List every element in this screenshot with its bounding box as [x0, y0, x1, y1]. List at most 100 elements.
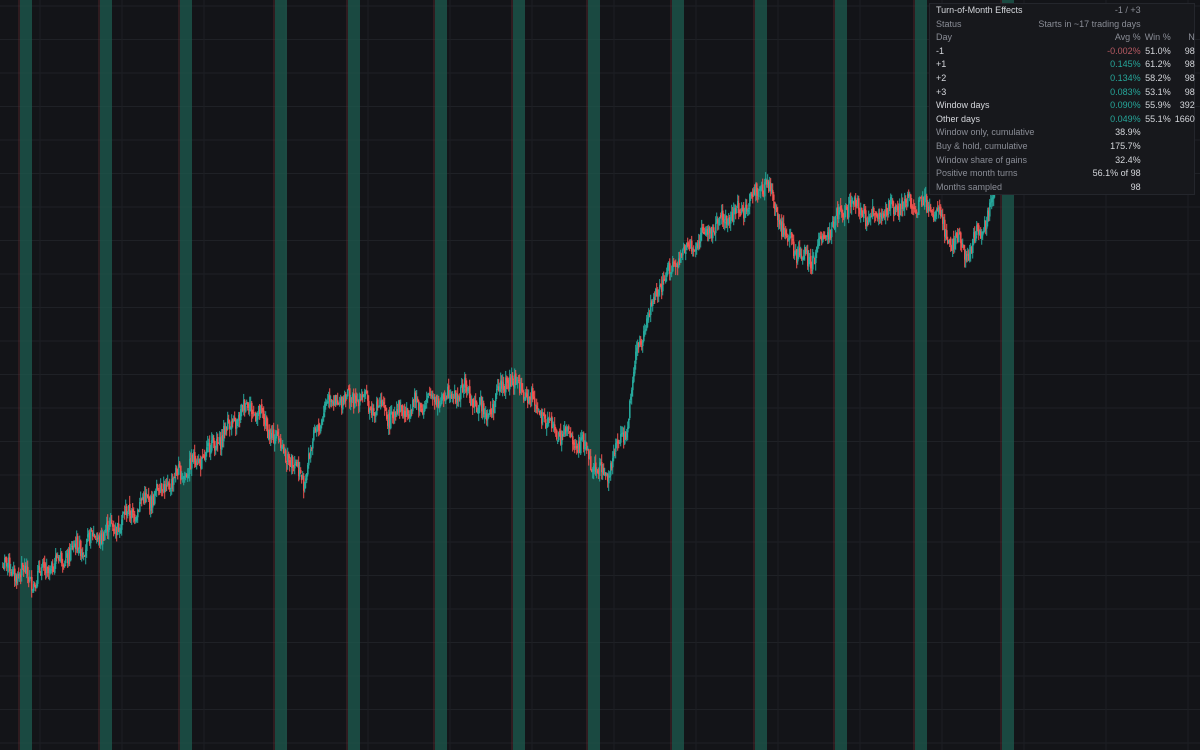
candle-body	[70, 548, 72, 561]
summary-row: Window share of gains 32.4%	[930, 154, 1199, 168]
candle-body	[460, 386, 462, 400]
candle-body	[918, 199, 920, 216]
turn-of-month-band	[275, 0, 287, 750]
row-avg: 0.083%	[1110, 86, 1141, 97]
candle-body	[122, 513, 124, 518]
row-n: 98	[1184, 45, 1195, 56]
candle-body	[373, 408, 375, 411]
candle-body	[873, 207, 875, 213]
candle-body	[685, 251, 687, 255]
candle-body	[736, 208, 738, 214]
stats-table: Turn-of-Month Effects -1 / +3 Status Sta…	[930, 4, 1199, 194]
row-day: -1	[936, 45, 945, 56]
candle-body	[37, 571, 39, 584]
summary-label: Positive month turns	[936, 168, 1018, 179]
stats-row: +2 0.134% 58.2% 98	[930, 72, 1199, 86]
candle-body	[201, 457, 203, 469]
candle-body	[568, 426, 570, 430]
stats-row-window-days: Window days 0.090% 55.9% 392	[930, 99, 1199, 113]
summary-label: Window only, cumulative	[936, 127, 1035, 138]
candle-body	[161, 483, 163, 490]
row-win: 51.0%	[1145, 45, 1171, 56]
candle-body	[773, 194, 775, 201]
status-value: Starts in ~17 trading days	[1038, 18, 1141, 29]
turn-of-month-band	[180, 0, 192, 750]
candle-body	[848, 204, 850, 218]
candle-body	[628, 418, 630, 429]
candle-body	[300, 470, 302, 473]
candle-body	[245, 405, 247, 412]
summary-value: 38.9%	[1115, 127, 1141, 138]
stats-title: Turn-of-Month Effects	[936, 5, 1023, 15]
row-day: +1	[936, 59, 947, 70]
candlestick-series	[2, 134, 1013, 598]
row-avg: 0.134%	[1110, 72, 1141, 83]
candle-body	[950, 238, 952, 245]
candle-body	[538, 409, 540, 411]
candle-body	[835, 216, 837, 226]
candle-body	[111, 520, 113, 524]
stats-row: -1 -0.002% 51.0% 98	[930, 45, 1199, 59]
row-avg: 0.090%	[1110, 100, 1141, 111]
turn-of-month-band	[435, 0, 447, 750]
turn-of-month-band	[20, 0, 32, 750]
stats-row: +3 0.083% 53.1% 98	[930, 86, 1199, 100]
row-n: 98	[1184, 72, 1195, 83]
candle-body	[958, 233, 960, 243]
turn-of-month-band	[672, 0, 684, 750]
candle-body	[347, 389, 349, 397]
stats-row: +1 0.145% 61.2% 98	[930, 58, 1199, 72]
header-n: N	[1188, 32, 1195, 43]
candle-body	[31, 576, 33, 591]
candle-body	[390, 412, 392, 429]
candle-body	[813, 255, 815, 257]
turn-of-month-band	[588, 0, 600, 750]
candle-body	[360, 400, 362, 402]
row-win: 55.1%	[1145, 113, 1171, 124]
row-day: Other days	[936, 113, 981, 124]
turn-of-month-band	[755, 0, 767, 750]
row-day: +3	[936, 86, 947, 97]
row-avg: -0.002%	[1107, 45, 1141, 56]
row-avg: 0.049%	[1110, 113, 1141, 124]
header-day: Day	[936, 32, 953, 43]
row-win: 58.2%	[1145, 72, 1171, 83]
stats-header-row: Day Avg % Win % N	[930, 31, 1199, 45]
summary-row: Positive month turns 56.1% of 98	[930, 167, 1199, 181]
candle-body	[715, 222, 717, 233]
candle-body	[534, 398, 536, 406]
candle-body	[65, 558, 67, 564]
candle-body	[104, 532, 106, 541]
row-n: 1660	[1174, 113, 1195, 124]
row-day: Window days	[936, 100, 990, 111]
row-win: 53.1%	[1145, 86, 1171, 97]
candle-body	[831, 228, 833, 238]
turn-of-month-band	[100, 0, 112, 750]
stats-title-row: Turn-of-Month Effects -1 / +3	[930, 4, 1199, 18]
candle-body	[587, 447, 589, 449]
header-avg: Avg %	[1114, 32, 1141, 43]
candle-body	[27, 567, 29, 576]
candle-body	[671, 272, 673, 274]
candle-body	[629, 401, 631, 418]
row-win: 55.9%	[1145, 100, 1171, 111]
turn-of-month-band	[348, 0, 360, 750]
candle-body	[173, 477, 175, 485]
row-n: 98	[1184, 59, 1195, 70]
summary-row: Buy & hold, cumulative 175.7%	[930, 140, 1199, 154]
row-n: 392	[1179, 100, 1195, 111]
summary-value: 175.7%	[1110, 140, 1141, 151]
turn-of-month-band	[835, 0, 847, 750]
candle-body	[285, 450, 287, 462]
turn-of-month-stats-panel: Turn-of-Month Effects -1 / +3 Status Sta…	[929, 3, 1195, 195]
header-win: Win %	[1144, 32, 1171, 43]
summary-row: Months sampled 98	[930, 181, 1199, 195]
row-avg: 0.145%	[1110, 59, 1141, 70]
row-win: 61.2%	[1145, 59, 1171, 70]
summary-label: Buy & hold, cumulative	[936, 140, 1028, 151]
summary-value: 32.4%	[1115, 154, 1141, 165]
stats-row-other-days: Other days 0.049% 55.1% 1660	[930, 113, 1199, 127]
candle-body	[41, 566, 43, 576]
status-label: Status	[936, 18, 962, 29]
candle-body	[375, 415, 377, 417]
